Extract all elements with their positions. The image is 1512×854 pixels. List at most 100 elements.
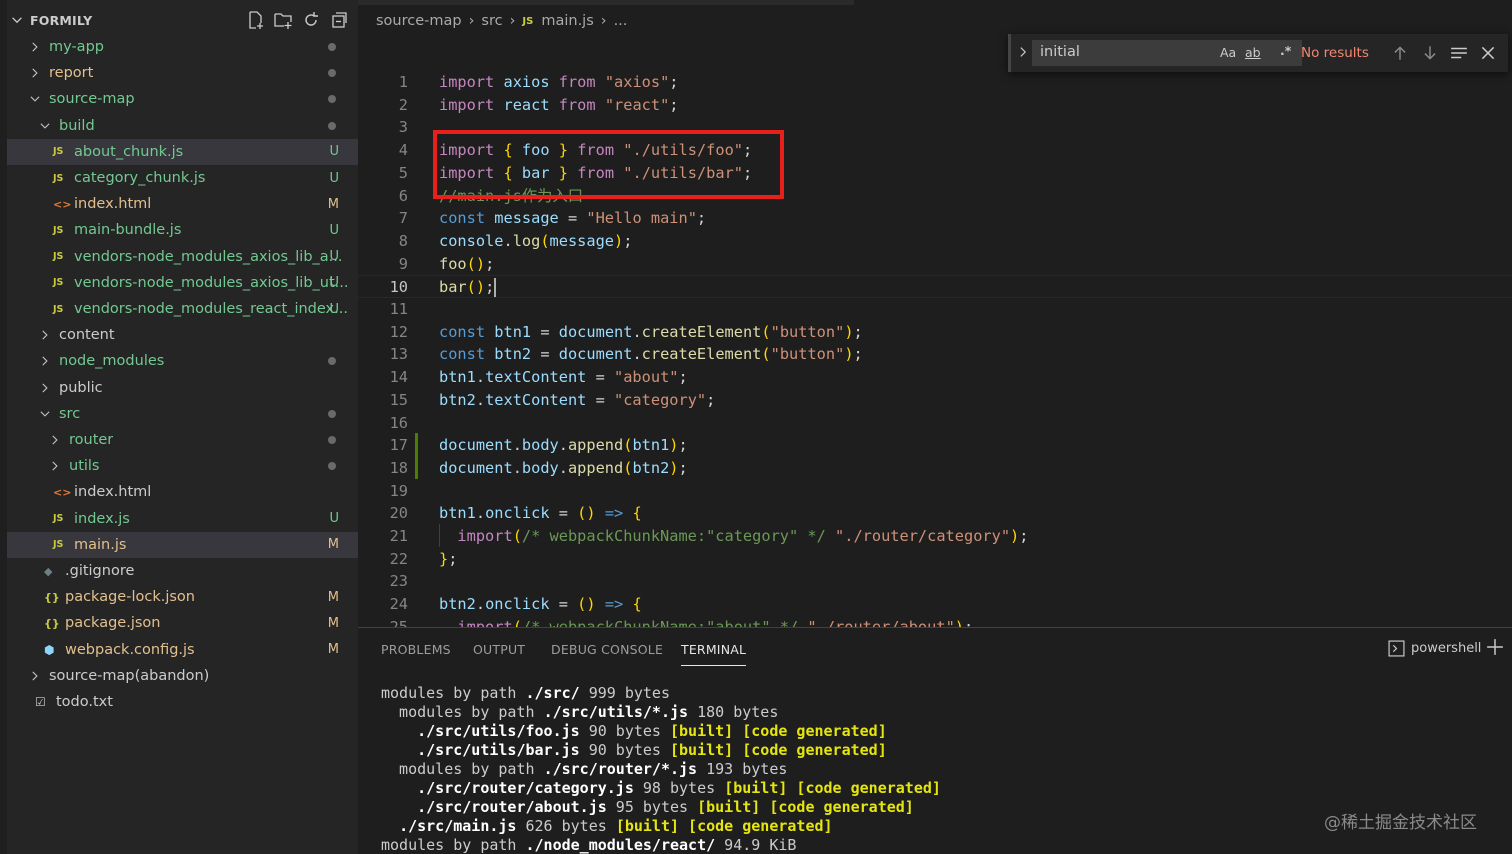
code-line[interactable]: 10 bar(); xyxy=(358,275,1512,298)
code-line[interactable]: 15 btn2.textContent = "category"; xyxy=(358,389,1512,412)
breadcrumb-symbol[interactable]: ... xyxy=(614,13,628,29)
code-line[interactable]: 9 foo(); xyxy=(358,253,1512,276)
find-input[interactable]: initial Aa ab .* xyxy=(1032,40,1302,66)
chevron-right-icon[interactable] xyxy=(29,670,41,682)
chevron-down-icon[interactable] xyxy=(29,93,41,105)
tree-file[interactable]: JS category_chunk.js U xyxy=(7,165,358,191)
breadcrumb-src[interactable]: src xyxy=(481,13,502,29)
tree-file[interactable]: ⬢ webpack.config.js M xyxy=(7,637,358,663)
tree-file[interactable]: {} package.json M xyxy=(7,610,358,636)
tree-item-label: package-lock.json xyxy=(65,589,195,606)
code-line[interactable]: 24 btn2.onclick = () => { xyxy=(358,593,1512,616)
code-line[interactable]: 21 import(/* webpackChunkName:"category"… xyxy=(358,525,1512,548)
refresh-icon[interactable] xyxy=(301,10,321,30)
tree-file[interactable]: JS about_chunk.js U xyxy=(7,138,358,165)
code-line[interactable]: 16 xyxy=(358,412,1512,435)
explorer-header[interactable]: FORMILY xyxy=(10,8,355,32)
tree-file[interactable]: JS vendors-node_modules_axios_lib_ut... U xyxy=(7,270,358,296)
git-status-dot xyxy=(328,121,336,130)
code-line[interactable]: 25 import(/* webpackChunkName:"about" */… xyxy=(358,616,1512,627)
js-file-icon: JS xyxy=(53,251,64,263)
toggle-replace-icon[interactable] xyxy=(1016,45,1030,59)
match-case-icon[interactable]: Aa xyxy=(1220,45,1236,60)
chevron-right-icon[interactable] xyxy=(39,355,51,367)
code-line[interactable]: 2 import react from "react"; xyxy=(358,94,1512,117)
code-line[interactable]: 20 btn1.onclick = () => { xyxy=(358,502,1512,525)
new-folder-icon[interactable] xyxy=(273,10,293,30)
chevron-down-icon[interactable] xyxy=(10,13,24,27)
code-line[interactable]: 19 xyxy=(358,480,1512,503)
tree-folder[interactable]: source-map(abandon) xyxy=(7,663,358,689)
code-line[interactable]: 22}; xyxy=(358,548,1512,571)
new-file-icon[interactable] xyxy=(245,10,265,30)
git-status-dot xyxy=(328,69,336,78)
breadcrumb-file[interactable]: main.js xyxy=(541,13,593,29)
arrow-up-icon[interactable] xyxy=(1391,44,1409,62)
js-file-icon: JS xyxy=(522,15,534,27)
chevron-right-icon[interactable] xyxy=(29,41,41,53)
tree-file[interactable]: JS index.js U xyxy=(7,506,358,532)
code-line[interactable]: 12 const btn1 = document.createElement("b… xyxy=(358,321,1512,344)
tab-output[interactable]: OUTPUT xyxy=(473,642,525,657)
code-line[interactable]: 13 const btn2 = document.createElement("b… xyxy=(358,343,1512,366)
tree-file[interactable]: ☑ todo.txt xyxy=(7,689,358,715)
tree-folder[interactable]: report xyxy=(7,60,358,86)
tree-file[interactable]: JS vendors-node_modules_react_index... U xyxy=(7,296,358,322)
code-line[interactable]: 23 xyxy=(358,570,1512,593)
code-line[interactable]: 17 document.body.append(btn1); xyxy=(358,434,1512,457)
tree-folder[interactable]: node_modules xyxy=(7,348,358,374)
code-line[interactable]: 14 btn1.textContent = "about"; xyxy=(358,366,1512,389)
terminal-line: ./src/router/category.js 98 bytes [built… xyxy=(417,779,941,797)
code-line[interactable]: 7 const message = "Hello main"; xyxy=(358,207,1512,230)
tab-debug-console[interactable]: DEBUG CONSOLE xyxy=(551,642,663,657)
tree-folder[interactable]: source-map xyxy=(7,86,358,112)
activity-edge xyxy=(0,0,7,854)
whole-word-icon[interactable]: ab xyxy=(1245,45,1261,60)
chevron-right-icon[interactable] xyxy=(39,329,51,341)
find-input-value: initial xyxy=(1040,44,1080,60)
tree-file[interactable]: {} package-lock.json M xyxy=(7,584,358,610)
chevron-down-icon[interactable] xyxy=(39,408,51,420)
tree-folder[interactable]: my-app xyxy=(7,34,358,60)
tree-folder[interactable]: content xyxy=(7,322,358,348)
close-icon[interactable] xyxy=(1479,44,1497,62)
collapse-all-icon[interactable] xyxy=(329,10,349,30)
find-in-selection-icon[interactable] xyxy=(1450,44,1468,62)
tree-file[interactable]: <> index.html xyxy=(7,479,358,505)
terminal-line: ./src/main.js 626 bytes [built] [code ge… xyxy=(399,817,833,835)
tab-problems[interactable]: PROBLEMS xyxy=(381,642,451,657)
terminal-line: ./src/utils/bar.js 90 bytes [built] [cod… xyxy=(417,741,887,759)
arrow-down-icon[interactable] xyxy=(1421,44,1439,62)
terminal-instance[interactable]: powershell xyxy=(1388,640,1481,657)
new-terminal-icon[interactable] xyxy=(1486,638,1504,656)
terminal-output[interactable]: modules by path ./src/ 999 bytes modules… xyxy=(381,684,941,854)
tree-folder[interactable]: utils xyxy=(7,453,358,479)
tree-folder[interactable]: router xyxy=(7,427,358,453)
js-file-icon: JS xyxy=(53,224,64,236)
chevron-right-icon[interactable] xyxy=(49,460,61,472)
chevron-right-icon[interactable] xyxy=(29,67,41,79)
js-file-icon: JS xyxy=(53,303,64,315)
tree-folder[interactable]: src xyxy=(7,401,358,427)
chevron-right-icon[interactable] xyxy=(49,434,61,446)
code-line[interactable]: 8 console.log(message); xyxy=(358,230,1512,253)
code-line[interactable]: 18 document.body.append(btn2); xyxy=(358,457,1512,480)
code-line[interactable]: 1 import axios from "axios"; xyxy=(358,71,1512,94)
tree-file[interactable]: <> index.html M xyxy=(7,191,358,217)
chevron-down-icon[interactable] xyxy=(39,120,51,132)
tree-file[interactable]: JS main.js M xyxy=(7,531,358,558)
chevron-right-icon[interactable] xyxy=(39,382,51,394)
tree-folder[interactable]: build xyxy=(7,113,358,139)
tree-folder[interactable]: public xyxy=(7,375,358,401)
terminal-line: modules by path ./node_modules/react/ 94… xyxy=(381,836,797,854)
tree-file[interactable]: ◆ .gitignore xyxy=(7,558,358,584)
tree-item-label: index.html xyxy=(74,484,152,501)
breadcrumb-folder[interactable]: source-map xyxy=(376,13,462,29)
regex-icon[interactable]: .* xyxy=(1280,43,1291,58)
line-number: 25 xyxy=(389,617,408,627)
tree-file[interactable]: JS main-bundle.js U xyxy=(7,217,358,243)
tree-file[interactable]: JS vendors-node_modules_axios_lib_a... U xyxy=(7,244,358,270)
find-sash[interactable] xyxy=(1008,34,1011,72)
tab-terminal[interactable]: TERMINAL xyxy=(681,642,747,666)
code-line[interactable]: 11 xyxy=(358,298,1512,321)
